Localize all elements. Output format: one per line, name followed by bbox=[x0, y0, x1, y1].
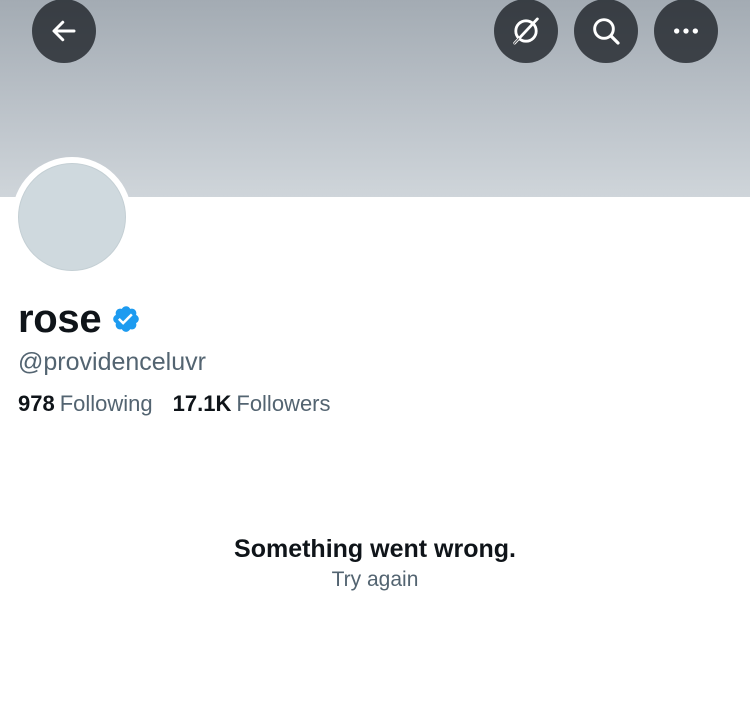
profile-page: rose @providenceluvr 978 Following 17.1K… bbox=[0, 0, 750, 722]
more-options-button[interactable] bbox=[654, 0, 718, 63]
avatar[interactable] bbox=[18, 163, 126, 271]
search-icon bbox=[593, 18, 620, 45]
search-button[interactable] bbox=[574, 0, 638, 63]
error-message: Something went wrong. bbox=[234, 535, 516, 563]
avatar-frame bbox=[12, 157, 132, 277]
grok-icon bbox=[513, 17, 539, 45]
followers-label: Followers bbox=[236, 391, 331, 416]
verified-badge-icon[interactable] bbox=[111, 304, 141, 334]
followers-link[interactable]: 17.1K Followers bbox=[173, 391, 331, 417]
display-name: rose bbox=[18, 296, 102, 341]
retry-container: Try again bbox=[0, 568, 750, 592]
back-button[interactable] bbox=[32, 0, 96, 63]
more-horizontal-icon bbox=[674, 28, 698, 34]
handle: @providenceluvr bbox=[18, 348, 206, 376]
grok-button[interactable] bbox=[494, 0, 558, 63]
following-count: 978 bbox=[18, 391, 55, 416]
followers-count: 17.1K bbox=[172, 391, 232, 416]
following-label: Following bbox=[59, 391, 153, 416]
arrow-left-icon bbox=[52, 20, 76, 42]
try-again-button[interactable]: Try again bbox=[332, 568, 419, 591]
following-link[interactable]: 978 Following bbox=[18, 391, 153, 417]
follow-stats: 978 Following 17.1K Followers bbox=[18, 391, 331, 417]
name-row: rose bbox=[18, 292, 141, 346]
